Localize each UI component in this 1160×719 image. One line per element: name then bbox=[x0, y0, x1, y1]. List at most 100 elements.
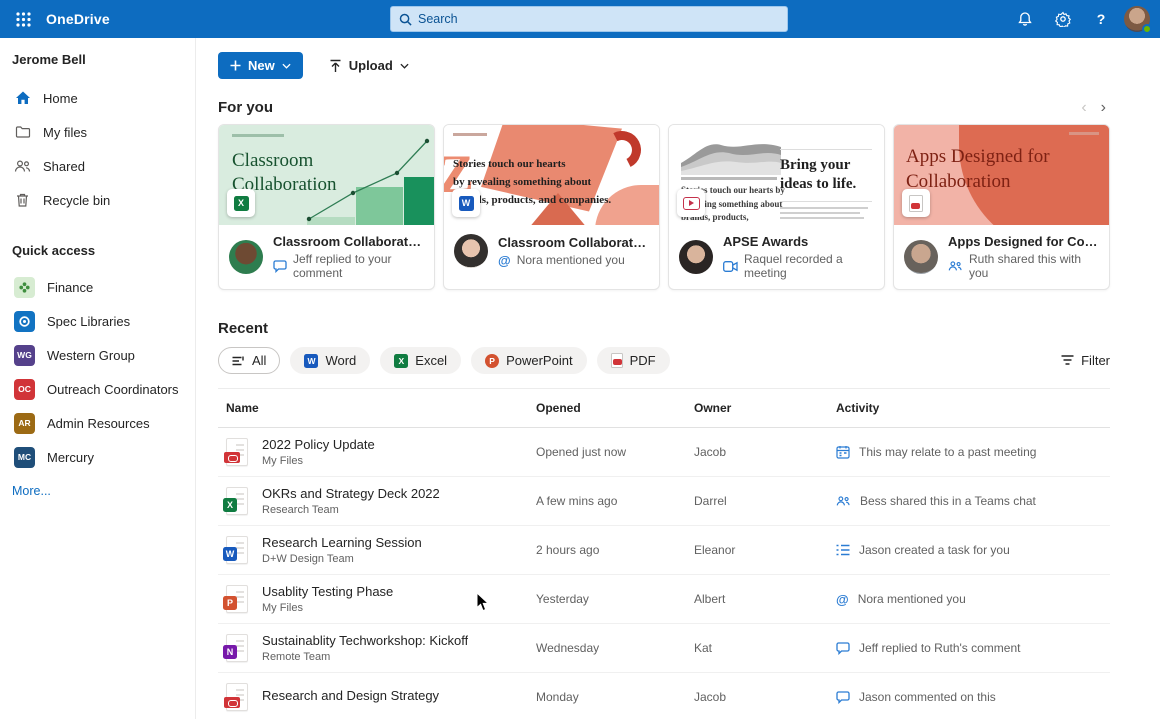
upload-icon bbox=[329, 59, 342, 73]
card-title: APSE Awards bbox=[723, 234, 874, 249]
excel-icon: X bbox=[394, 354, 408, 368]
outreach-coordinators-site-icon: OC bbox=[14, 379, 35, 400]
task-list-icon bbox=[836, 544, 850, 556]
pdf-file-icon bbox=[226, 438, 248, 466]
sidebar-item-outreach-coordinators[interactable]: OC Outreach Coordinators bbox=[0, 372, 195, 406]
column-header-activity[interactable]: Activity bbox=[836, 401, 1110, 415]
sidebar-item-recycle-bin[interactable]: Recycle bin bbox=[0, 183, 195, 217]
card-activity: Ruth shared this with you bbox=[969, 252, 1099, 280]
sidebar-item-my-files[interactable]: My files bbox=[0, 115, 195, 149]
comment-icon bbox=[836, 691, 850, 704]
onenote-file-icon: N bbox=[226, 634, 248, 662]
plus-icon bbox=[230, 60, 241, 71]
help-icon[interactable]: ? bbox=[1086, 4, 1116, 34]
people-icon bbox=[14, 158, 31, 175]
for-you-card-classroom-excel[interactable]: Classroom Collaboration X Classroom Coll… bbox=[218, 124, 435, 290]
filter-pill-all[interactable]: All bbox=[218, 347, 280, 374]
sidebar-item-finance[interactable]: Finance bbox=[0, 270, 195, 304]
filter-pill-word[interactable]: W Word bbox=[290, 347, 370, 374]
card-title: Apps Designed for Collab... bbox=[948, 234, 1099, 249]
card-thumbnail: Z Stories touch our hearts by revealing … bbox=[444, 125, 659, 225]
sidebar-user-name: Jerome Bell bbox=[0, 52, 195, 81]
mention-icon: @ bbox=[498, 253, 511, 268]
sidebar-item-label: Admin Resources bbox=[47, 416, 150, 431]
sidebar-item-label: Recycle bin bbox=[43, 193, 110, 208]
sidebar-item-label: Home bbox=[43, 91, 78, 106]
finance-site-icon bbox=[14, 277, 35, 298]
shared-people-icon bbox=[836, 495, 851, 507]
excel-file-icon: X bbox=[226, 487, 248, 515]
filter-pill-pdf[interactable]: PDF bbox=[597, 347, 670, 374]
comment-icon bbox=[273, 260, 287, 273]
powerpoint-icon: P bbox=[485, 354, 499, 368]
card-title: Classroom Collaboration bbox=[498, 235, 649, 250]
table-row[interactable]: X OKRs and Strategy Deck 2022 Research T… bbox=[218, 477, 1110, 526]
sidebar-item-label: My files bbox=[43, 125, 87, 140]
table-header-row: Name Opened Owner Activity bbox=[218, 388, 1110, 428]
avatar bbox=[454, 234, 488, 268]
carousel-prev-icon[interactable]: ‹ bbox=[1081, 100, 1086, 116]
filter-button[interactable]: Filter bbox=[1061, 353, 1110, 368]
comment-icon bbox=[836, 642, 850, 655]
card-thumbnail: Apps Designed for Collaboration bbox=[894, 125, 1109, 225]
western-group-site-icon: WG bbox=[14, 345, 35, 366]
user-avatar[interactable] bbox=[1124, 6, 1150, 32]
main-content: New Upload For you ‹ › bbox=[196, 38, 1160, 719]
admin-resources-site-icon: AR bbox=[14, 413, 35, 434]
home-icon bbox=[14, 90, 31, 107]
filter-pill-powerpoint[interactable]: P PowerPoint bbox=[471, 347, 586, 374]
new-button[interactable]: New bbox=[218, 52, 303, 79]
table-row[interactable]: 2022 Policy Update My Files Opened just … bbox=[218, 428, 1110, 477]
trash-icon bbox=[14, 192, 31, 209]
table-row[interactable]: N Sustainablity Techworkshop: Kickoff Re… bbox=[218, 624, 1110, 673]
sidebar-item-admin-resources[interactable]: AR Admin Resources bbox=[0, 406, 195, 440]
for-you-card-apps-designed[interactable]: Apps Designed for Collaboration Apps Des… bbox=[893, 124, 1110, 290]
for-you-card-classroom-word[interactable]: Z Stories touch our hearts by revealing … bbox=[443, 124, 660, 290]
column-header-owner[interactable]: Owner bbox=[694, 401, 836, 415]
sidebar-item-label: Western Group bbox=[47, 348, 135, 363]
mention-icon: @ bbox=[836, 592, 849, 607]
all-filter-icon bbox=[232, 356, 245, 366]
calendar-icon bbox=[836, 445, 850, 459]
filter-funnel-icon bbox=[1061, 355, 1074, 366]
table-row[interactable]: W Research Learning Session D+W Design T… bbox=[218, 526, 1110, 575]
sidebar-item-label: Outreach Coordinators bbox=[47, 382, 179, 397]
table-row[interactable]: P Usablity Testing Phase My Files Yester… bbox=[218, 575, 1110, 624]
presence-available-dot bbox=[1142, 24, 1152, 34]
column-header-name[interactable]: Name bbox=[218, 401, 536, 415]
search-box[interactable] bbox=[390, 6, 788, 32]
pdf-file-icon bbox=[902, 189, 930, 217]
app-launcher-icon[interactable] bbox=[0, 0, 46, 38]
carousel-next-icon[interactable]: › bbox=[1101, 100, 1106, 116]
video-camera-icon bbox=[723, 261, 738, 272]
mercury-site-icon: MC bbox=[14, 447, 35, 468]
for-you-card-apse-awards[interactable]: Stories touch our hearts by revealing so… bbox=[668, 124, 885, 290]
stream-video-file-icon bbox=[677, 189, 705, 217]
search-input[interactable] bbox=[418, 12, 779, 26]
chevron-down-icon bbox=[400, 63, 409, 69]
sidebar-item-shared[interactable]: Shared bbox=[0, 149, 195, 183]
for-you-carousel: Classroom Collaboration X Classroom Coll… bbox=[218, 124, 1110, 290]
upload-button[interactable]: Upload bbox=[321, 52, 417, 79]
more-link[interactable]: More... bbox=[0, 474, 195, 508]
sidebar-item-label: Spec Libraries bbox=[47, 314, 130, 329]
avatar bbox=[904, 240, 938, 274]
shared-people-icon bbox=[948, 260, 963, 272]
sidebar-item-spec-libraries[interactable]: Spec Libraries bbox=[0, 304, 195, 338]
card-thumbnail: Classroom Collaboration X bbox=[219, 125, 434, 225]
sidebar-item-label: Shared bbox=[43, 159, 85, 174]
sidebar-item-western-group[interactable]: WG Western Group bbox=[0, 338, 195, 372]
table-row[interactable]: Research and Design Strategy Monday Jaco… bbox=[218, 673, 1110, 719]
sidebar-item-label: Finance bbox=[47, 280, 93, 295]
card-title: Classroom Collaboration bbox=[273, 234, 424, 249]
settings-gear-icon[interactable] bbox=[1048, 4, 1078, 34]
search-icon bbox=[399, 13, 412, 26]
excel-file-icon: X bbox=[227, 189, 255, 217]
column-header-opened[interactable]: Opened bbox=[536, 401, 694, 415]
chevron-down-icon bbox=[282, 63, 291, 69]
sidebar-item-mercury[interactable]: MC Mercury bbox=[0, 440, 195, 474]
notifications-bell-icon[interactable] bbox=[1010, 4, 1040, 34]
pdf-icon bbox=[611, 353, 623, 368]
sidebar-item-home[interactable]: Home bbox=[0, 81, 195, 115]
filter-pill-excel[interactable]: X Excel bbox=[380, 347, 461, 374]
